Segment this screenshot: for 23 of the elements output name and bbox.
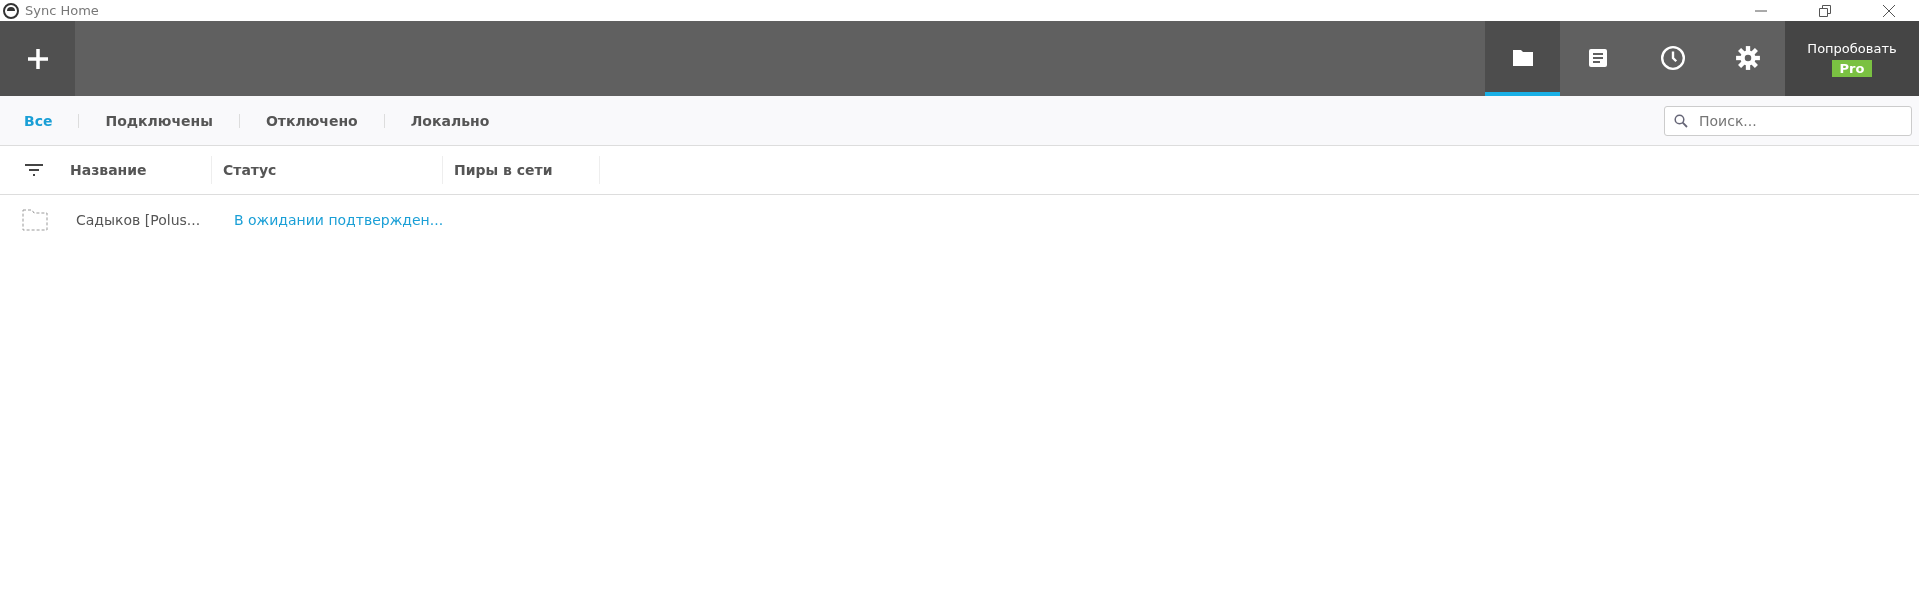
filter-tab[interactable]: Отключено bbox=[251, 112, 372, 129]
column-header[interactable]: Название bbox=[59, 156, 212, 184]
folder-name: Садыков [Polus... bbox=[76, 212, 202, 228]
restore-icon[interactable] bbox=[1819, 4, 1831, 17]
pro-badge: Pro bbox=[1831, 59, 1873, 77]
plus-icon bbox=[25, 46, 50, 71]
promo-panel[interactable]: Попробовать Pro bbox=[1785, 21, 1919, 96]
nav-tab[interactable] bbox=[1485, 21, 1560, 96]
add-button[interactable] bbox=[0, 21, 75, 96]
app-logo-icon bbox=[3, 2, 19, 19]
search-field[interactable]: Поиск... bbox=[1664, 105, 1912, 136]
filter-tab[interactable]: Локально bbox=[396, 112, 504, 129]
column-header[interactable]: Статус bbox=[212, 156, 443, 184]
folder-outline-icon bbox=[22, 209, 48, 231]
filter-tab[interactable]: Подключены bbox=[91, 112, 227, 129]
promo-label: Попробовать bbox=[1807, 40, 1897, 56]
clock-icon bbox=[1659, 45, 1686, 71]
column-header[interactable]: Пиры в сети bbox=[443, 156, 600, 184]
close-icon[interactable] bbox=[1883, 4, 1895, 17]
window-title: Sync Home bbox=[25, 3, 99, 18]
filter-icon[interactable] bbox=[25, 164, 43, 176]
settings-icon bbox=[1734, 45, 1761, 71]
folder-status: В ожидании подтвержден... bbox=[234, 212, 444, 228]
